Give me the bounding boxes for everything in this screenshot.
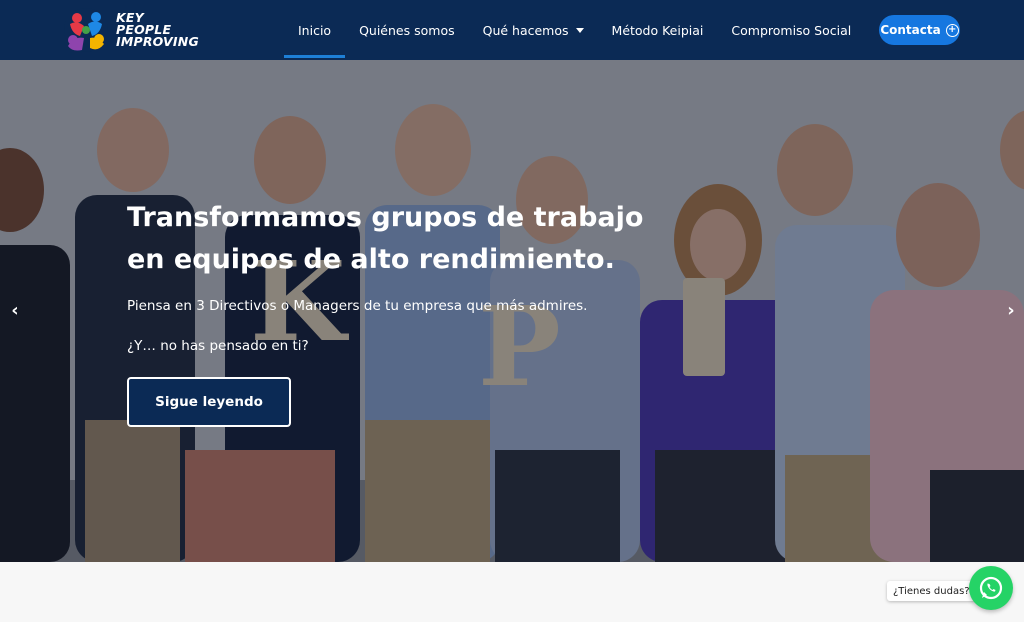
logo-mark-icon bbox=[64, 8, 108, 52]
nav-item-inicio[interactable]: Inicio bbox=[284, 0, 346, 60]
hero-title-line-2: en equipos de alto rendimiento. bbox=[127, 244, 615, 275]
nav-item-compromiso-social[interactable]: Compromiso Social bbox=[717, 0, 865, 60]
contact-button[interactable]: Contacta + bbox=[879, 15, 960, 45]
whatsapp-button[interactable] bbox=[969, 566, 1013, 610]
nav-item-metodo-keipiai[interactable]: Método Keipiai bbox=[598, 0, 718, 60]
help-tooltip[interactable]: ¿Tienes dudas? bbox=[887, 581, 976, 601]
nav-item-que-hacemos[interactable]: Qué hacemos bbox=[469, 0, 598, 60]
logo-text: KEY PEOPLE IMPROVING bbox=[116, 11, 199, 49]
read-more-button[interactable]: Sigue leyendo bbox=[127, 377, 291, 427]
main-nav: Inicio Quiénes somos Qué hacemos Método … bbox=[284, 0, 924, 60]
content-section bbox=[0, 562, 1024, 622]
nav-label: Método Keipiai bbox=[611, 22, 704, 38]
chevron-left-icon[interactable]: ‹ bbox=[5, 298, 25, 322]
contact-label: Contacta bbox=[880, 23, 941, 37]
logo[interactable]: KEY PEOPLE IMPROVING bbox=[62, 6, 199, 54]
plus-circle-icon: + bbox=[945, 23, 959, 37]
hero-question: ¿Y… no has pensado en ti? bbox=[127, 338, 309, 354]
hero-title: Transformamos grupos de trabajo en equip… bbox=[127, 197, 687, 281]
nav-label: Inicio bbox=[298, 22, 332, 38]
nav-label: Compromiso Social bbox=[731, 22, 852, 38]
hero-title-line-1: Transformamos grupos de trabajo bbox=[127, 202, 644, 233]
chevron-right-icon[interactable]: › bbox=[1001, 298, 1021, 322]
nav-label: Quiénes somos bbox=[359, 22, 455, 38]
site-header: KEY PEOPLE IMPROVING Inicio Quiénes somo… bbox=[0, 0, 1024, 60]
caret-down-icon bbox=[575, 27, 584, 33]
nav-label: Qué hacemos bbox=[482, 22, 569, 38]
hero-subtitle: Piensa en 3 Directivos o Managers de tu … bbox=[127, 298, 588, 314]
logo-line-3: IMPROVING bbox=[116, 34, 199, 49]
hero-slider: K P Transformamos grupos de trabajo en e… bbox=[0, 60, 1024, 562]
read-more-label: Sigue leyendo bbox=[155, 394, 263, 410]
nav-item-quienes-somos[interactable]: Quiénes somos bbox=[345, 0, 469, 60]
whatsapp-icon bbox=[979, 576, 1003, 600]
